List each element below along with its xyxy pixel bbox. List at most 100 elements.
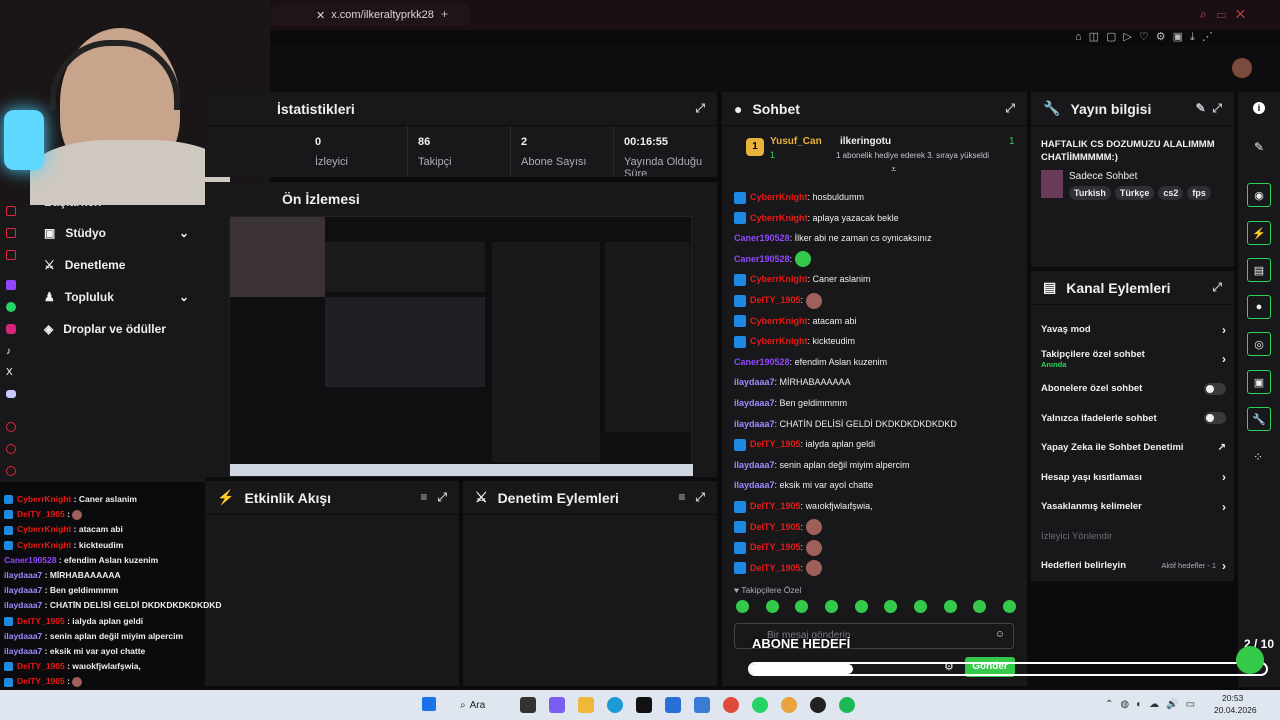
camera-action-icon[interactable]: ◉ [1247, 183, 1271, 207]
edge-app-icon[interactable] [607, 697, 623, 713]
extensions-icon[interactable]: ⁘ [1253, 450, 1263, 464]
toggle-switch[interactable] [1204, 412, 1226, 425]
channel-row[interactable]: Yalnızca ifadelerle sohbet [1041, 404, 1226, 434]
chat-username[interactable]: CyberrKnight [750, 316, 808, 326]
channel-row[interactable]: Yavaş mod › [1041, 315, 1226, 345]
tag[interactable]: Turkish [1069, 186, 1111, 200]
wrench-action-icon[interactable]: 🔧 [1247, 407, 1271, 431]
discord-icon[interactable] [6, 390, 16, 398]
edit-icon[interactable]: ✎ ⤢ [1196, 101, 1222, 116]
chat-username[interactable]: CyberrKnight [750, 274, 808, 284]
emoji-icon[interactable]: ☺ [995, 629, 1005, 640]
file-app-icon[interactable] [520, 697, 536, 713]
emote-icon[interactable] [1002, 600, 1016, 613]
window-controls[interactable]: ⌕▭✕ [1200, 7, 1255, 22]
emote-icon[interactable] [765, 600, 779, 613]
filter-icon[interactable]: ≡ ⤢ [420, 490, 447, 505]
chat-username[interactable]: CyberrKnight [750, 192, 808, 202]
pencil-icon[interactable]: ✎ [1254, 140, 1264, 154]
chat-username[interactable]: DeITY_1905 [750, 522, 801, 532]
chrome2-app-icon[interactable] [781, 697, 797, 713]
emote-icon[interactable] [943, 600, 957, 613]
chat-username[interactable]: ilaydaaa7 [734, 419, 775, 429]
chat-username[interactable]: ilaydaaa7 [734, 398, 775, 408]
emote-icon[interactable] [973, 600, 987, 613]
stream-preview[interactable] [229, 216, 693, 477]
chrome-app-icon[interactable] [723, 697, 739, 713]
feedback-icon[interactable] [6, 466, 16, 476]
x-social-icon[interactable]: X [6, 367, 13, 378]
popout-icon[interactable]: ⤢ [1212, 280, 1222, 295]
toggle-switch[interactable] [1204, 382, 1226, 395]
spotify-app-icon[interactable] [839, 697, 855, 713]
tag[interactable]: cs2 [1158, 186, 1184, 200]
new-tab-button[interactable]: + [441, 7, 448, 21]
tag[interactable]: fps [1187, 186, 1211, 200]
sidebar-item-topluluk[interactable]: ♟ Topluluk ⌄ [44, 290, 189, 304]
chat-action-icon[interactable]: ● [1247, 295, 1271, 319]
tiktok-icon[interactable]: ♪ [6, 346, 11, 357]
chat-username[interactable]: DeITY_1905 [750, 563, 801, 573]
store-app-icon[interactable] [665, 697, 681, 713]
chat-username[interactable]: ilaydaaa7 [734, 460, 775, 470]
obs-app-icon[interactable] [810, 697, 826, 713]
whatsapp-icon[interactable] [6, 302, 16, 312]
emote-icon[interactable] [824, 600, 838, 613]
instagram-icon[interactable] [6, 324, 16, 334]
emote-icon[interactable] [854, 600, 868, 613]
broadcast-action-icon[interactable]: ◎ [1247, 332, 1271, 356]
popout-icon[interactable]: ⤢ [695, 101, 705, 116]
channel-row[interactable]: Hedefleri belirleyin Aktif hedefler - 1 › [1041, 551, 1226, 581]
media-icon[interactable] [6, 250, 16, 260]
start-button[interactable] [422, 697, 436, 711]
bolt-action-icon[interactable]: ⚡ [1247, 221, 1271, 245]
emote-icon[interactable] [884, 600, 898, 613]
chat-username[interactable]: Caner190528 [734, 233, 790, 243]
list-action-icon[interactable]: ▤ [1247, 258, 1271, 282]
popout-icon[interactable]: ⤢ [1005, 101, 1015, 116]
system-tray[interactable]: ⌃◍◐☁🔊▭ [1105, 699, 1202, 710]
clock-time[interactable]: 20:53 [1222, 693, 1243, 703]
channel-row[interactable]: Takipçilere özel sohbet Anında › [1041, 345, 1226, 375]
chat-username[interactable]: Caner190528 [734, 254, 790, 264]
record-icon[interactable] [6, 228, 16, 238]
explorer-app-icon[interactable] [578, 697, 594, 713]
chat-username[interactable]: DeITY_1905 [750, 542, 801, 552]
taskbar-search[interactable]: ⌕ Ara [460, 696, 510, 714]
channel-row[interactable]: Abonelere özel sohbet [1041, 374, 1226, 404]
copilot-app-icon[interactable] [549, 697, 565, 713]
extension-icons[interactable]: ⌂◫▢▷♡⚙▣⤓⋰ [1075, 30, 1280, 46]
outlook-app-icon[interactable] [694, 697, 710, 713]
emote-icon[interactable] [795, 600, 809, 613]
filter-icon[interactable]: ≡ ⤢ [678, 490, 705, 505]
sidebar-item-studyo[interactable]: ▣ Stüdyo ⌄ [44, 226, 189, 240]
browser-tab[interactable]: ✕ x.com/ilkeraltyprkk28 [270, 4, 470, 26]
settings-icon[interactable] [6, 422, 16, 432]
printer-action-icon[interactable]: ▣ [1247, 370, 1271, 394]
channel-row[interactable]: Yapay Zeka ile Sohbet Denetimi ↗ [1041, 433, 1226, 463]
chat-username[interactable]: CyberrKnight [750, 213, 808, 223]
channel-row[interactable]: Hesap yaşı kısıtlaması › [1041, 463, 1226, 493]
emote-row[interactable] [736, 600, 1016, 613]
emote-icon[interactable] [736, 600, 749, 613]
terminal-app-icon[interactable] [636, 697, 652, 713]
tag[interactable]: Türkçe [1114, 186, 1155, 200]
sidebar-item-denetleme[interactable]: ⚔ Denetleme [44, 258, 125, 272]
help-icon[interactable] [6, 444, 16, 454]
clock-date[interactable]: 20.04.2026 [1214, 705, 1257, 715]
chat-username[interactable]: ilaydaaa7 [734, 480, 775, 490]
twitch-icon[interactable] [6, 280, 16, 290]
chat-username[interactable]: DeITY_1905 [750, 295, 801, 305]
info-icon[interactable]: i [1253, 102, 1265, 114]
chat-username[interactable]: DeITY_1905 [750, 439, 801, 449]
avatar[interactable] [1232, 58, 1252, 78]
emote-icon[interactable] [913, 600, 927, 613]
shield-icon[interactable] [6, 206, 16, 216]
whatsapp-app-icon[interactable] [752, 697, 768, 713]
collapse-icon[interactable]: ⩡ [891, 164, 896, 175]
channel-row[interactable]: Yasaklanmış kelimeler › [1041, 492, 1226, 522]
chat-username[interactable]: CyberrKnight [750, 336, 808, 346]
chat-username[interactable]: Caner190528 [734, 357, 790, 367]
chat-username[interactable]: ilaydaaa7 [734, 377, 775, 387]
chat-username[interactable]: DeITY_1905 [750, 501, 801, 511]
